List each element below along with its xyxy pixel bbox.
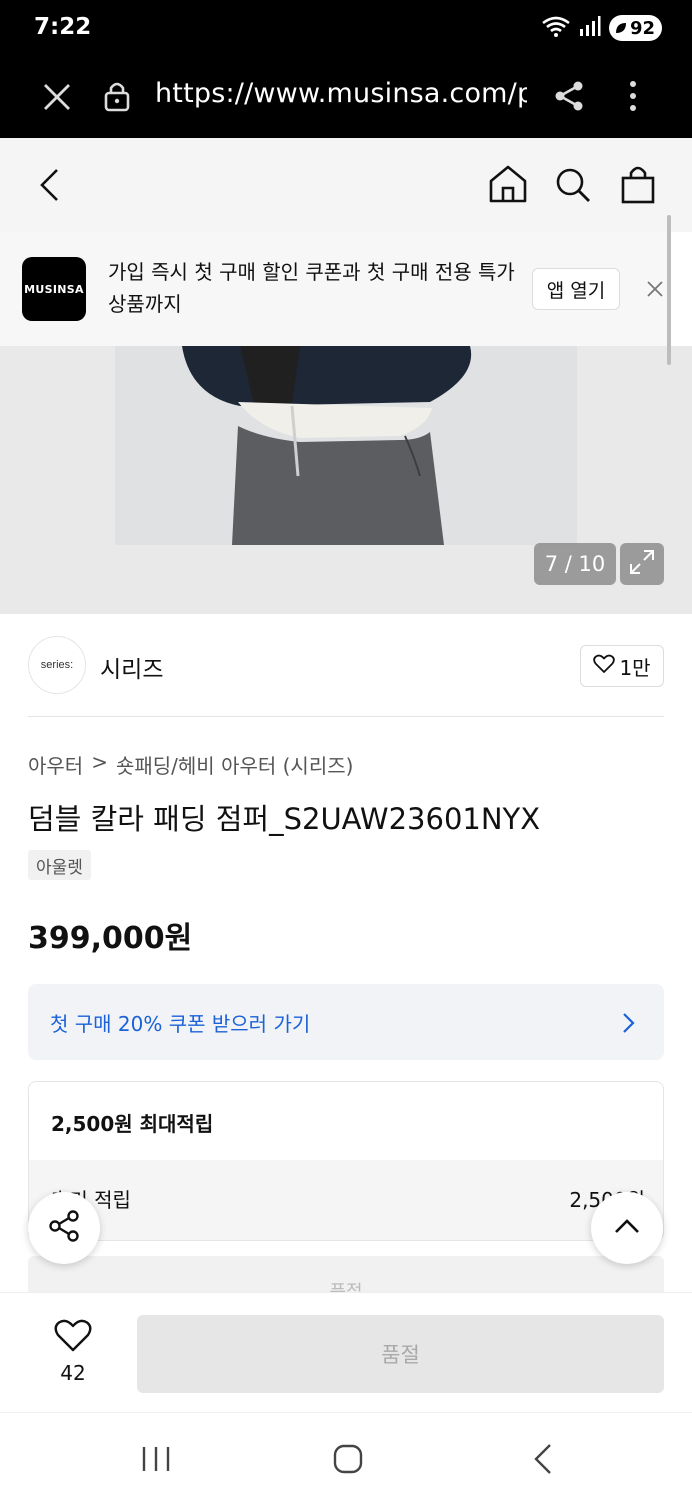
expand-icon: [629, 549, 655, 579]
review-points-row: 후기 적립 2,500원: [29, 1160, 663, 1240]
bottom-action-bar: 42 품절: [0, 1292, 692, 1412]
max-points-title: 2,500원 최대적립: [51, 1112, 214, 1136]
wishlist-button[interactable]: 42: [48, 1319, 98, 1385]
product-price: 399,000원: [28, 921, 193, 956]
banner-message: 가입 즉시 첫 구매 할인 쿠폰과 첫 구매 전용 특가 상품까지: [108, 260, 515, 316]
musinsa-logo: MUSINSA: [22, 257, 86, 321]
breadcrumb-separator: >: [91, 750, 108, 774]
points-info-box: 2,500원 최대적립 후기 적립 2,500원: [28, 1081, 664, 1241]
breadcrumb-subcategory[interactable]: 숏패딩/헤비 아우터 (시리즈): [116, 750, 353, 779]
scroll-to-top-button[interactable]: [591, 1192, 663, 1264]
more-menu-icon[interactable]: [628, 80, 638, 118]
back-nav-icon[interactable]: [533, 1443, 553, 1479]
brand-like-count: 1만: [619, 655, 651, 680]
close-tab-icon[interactable]: [42, 82, 72, 116]
system-nav-bar: [0, 1412, 692, 1500]
wishlist-count: 42: [60, 1361, 86, 1385]
search-icon[interactable]: [554, 166, 592, 208]
share-icon: [47, 1209, 81, 1247]
heart-icon: [593, 654, 616, 679]
back-icon[interactable]: [38, 168, 62, 206]
brand-logo[interactable]: series:: [28, 636, 86, 694]
leaf-icon: [615, 23, 626, 33]
close-banner-icon[interactable]: [646, 280, 664, 302]
image-counter: 7 / 10: [534, 543, 616, 585]
soldout-inline-button: 품절: [28, 1256, 664, 1303]
coupon-label: 첫 구매 20% 쿠폰 받으러 가기: [50, 1012, 311, 1036]
browser-url-bar: https://www.musinsa.com/pr: [0, 56, 692, 138]
signal-icon: [579, 15, 601, 41]
expand-image-button[interactable]: [620, 543, 664, 585]
status-icons: 92: [541, 14, 662, 42]
wifi-icon: [541, 14, 571, 42]
divider: [28, 716, 664, 717]
heart-icon: [54, 1319, 92, 1357]
chevron-up-icon: [613, 1217, 641, 1239]
share-button[interactable]: [28, 1192, 100, 1264]
brand-name[interactable]: 시리즈: [100, 650, 163, 684]
home-icon[interactable]: [488, 164, 528, 208]
page-scrollbar[interactable]: [667, 215, 671, 365]
coupon-banner[interactable]: 첫 구매 20% 쿠폰 받으러 가기: [28, 984, 664, 1060]
brand-like-button[interactable]: 1만: [580, 645, 664, 687]
chevron-right-icon: [621, 1012, 635, 1038]
status-time: 7:22: [34, 14, 92, 40]
outlet-tag: 아울렛: [28, 850, 91, 880]
battery-level: 92: [629, 17, 655, 39]
shopping-bag-icon[interactable]: [620, 164, 656, 208]
url-text[interactable]: https://www.musinsa.com/pr: [155, 78, 527, 109]
breadcrumb-category[interactable]: 아우터: [28, 750, 83, 779]
product-title: 덤블 칼라 패딩 점퍼_S2UAW23601NYX: [28, 802, 541, 836]
battery-indicator: 92: [608, 15, 662, 41]
status-bar: 7:22 92: [0, 0, 692, 56]
recent-apps-icon[interactable]: [140, 1445, 172, 1477]
home-nav-icon[interactable]: [333, 1444, 363, 1478]
breadcrumb: 아우터 > 숏패딩/헤비 아우터 (시리즈): [28, 750, 353, 779]
page-header: [0, 138, 692, 232]
lock-icon[interactable]: [104, 80, 130, 116]
open-app-button[interactable]: 앱 열기: [532, 268, 620, 310]
soldout-button[interactable]: 품절: [137, 1315, 664, 1393]
share-icon[interactable]: [553, 80, 585, 116]
